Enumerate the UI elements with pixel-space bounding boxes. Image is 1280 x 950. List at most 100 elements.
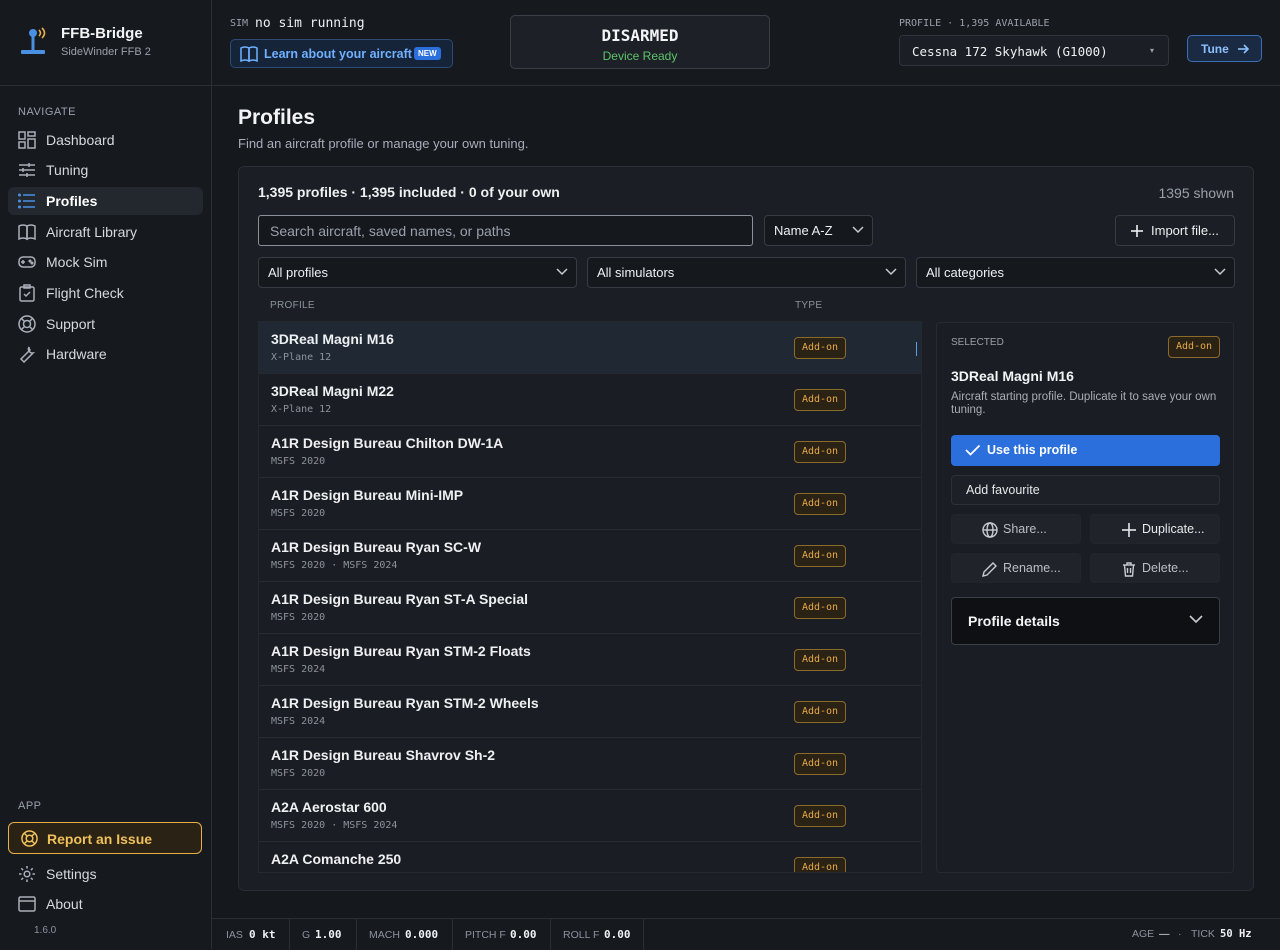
profile-name: A1R Design Bureau Shavrov Sh-2	[271, 747, 496, 763]
page-title: Profiles	[238, 106, 316, 129]
wrench-icon	[19, 346, 36, 363]
roll-force-value: 0.00	[604, 928, 631, 941]
sort-select[interactable]: Name A-Z	[764, 215, 873, 246]
sliders-icon	[19, 163, 35, 177]
simulator-filter-select[interactable]: All simulators	[587, 257, 906, 288]
chevron-down-icon	[1214, 268, 1226, 276]
import-file-button[interactable]: Import file...	[1115, 215, 1235, 246]
profile-simulators: MSFS 2020	[271, 612, 326, 623]
sidebar-item-tuning[interactable]: Tuning	[8, 156, 203, 184]
profile-name: 3DReal Magni M16	[271, 331, 394, 347]
profile-simulators: X-Plane 12	[271, 352, 332, 363]
arrow-right-icon	[1238, 44, 1249, 54]
profile-name: A1R Design Bureau Mini-IMP	[271, 487, 464, 503]
sidebar-item-label: Profiles	[46, 193, 98, 209]
duplicate-label: Duplicate...	[1142, 522, 1205, 536]
sidebar-item-settings[interactable]: Settings	[8, 860, 203, 888]
simulator-filter-value: All simulators	[597, 265, 675, 280]
app-title: FFB-Bridge	[61, 25, 143, 42]
chevron-down-icon	[1189, 615, 1203, 624]
age-label: AGE	[1132, 928, 1155, 940]
table-row[interactable]: A1R Design Bureau Ryan SC-W MSFS 2020 · M…	[259, 530, 921, 582]
profile-simulators: MSFS 2020	[271, 456, 326, 467]
profile-filter-select[interactable]: All profiles	[258, 257, 577, 288]
table-row[interactable]: 3DReal Magni M16 X-Plane 12 Add-on	[259, 322, 921, 374]
roll-force-label: ROLL F	[563, 929, 600, 941]
app-subtitle: SideWinder FFB 2	[61, 46, 151, 58]
arm-status-panel[interactable]: DISARMED Device Ready	[510, 15, 770, 69]
selected-label: SELECTED	[951, 337, 1004, 348]
sidebar-item-label: Dashboard	[46, 132, 115, 148]
status-separator: ·	[1178, 928, 1182, 940]
nav-heading: NAVIGATE	[18, 106, 76, 118]
sidebar-item-profiles[interactable]: Profiles	[8, 187, 203, 215]
table-row[interactable]: A1R Design Bureau Ryan STM-2 Floats MSFS …	[259, 634, 921, 686]
column-header-profile[interactable]: PROFILE	[270, 300, 315, 311]
device-state: Device Ready	[602, 49, 678, 63]
share-button[interactable]: Share...	[951, 514, 1081, 544]
table-row[interactable]: A1R Design Bureau Chilton DW-1A MSFS 2020…	[259, 426, 921, 478]
tick-label: TICK	[1191, 928, 1215, 940]
table-row[interactable]: A1R Design Bureau Ryan ST-A Special MSFS …	[259, 582, 921, 634]
rename-button[interactable]: Rename...	[951, 553, 1081, 583]
sidebar-item-aircraft-library[interactable]: Aircraft Library	[8, 218, 203, 246]
table-row[interactable]: 3DReal Magni M22 X-Plane 12 Add-on	[259, 374, 921, 426]
search-input[interactable]	[258, 215, 753, 246]
profile-name: A1R Design Bureau Chilton DW-1A	[271, 435, 504, 451]
selected-profile-description: Aircraft starting profile. Duplicate it …	[951, 391, 1217, 416]
type-badge: Add-on	[794, 545, 846, 567]
type-badge: Add-on	[794, 493, 846, 515]
g-value: 1.00	[315, 928, 342, 941]
duplicate-button[interactable]: Duplicate...	[1090, 514, 1220, 544]
use-profile-label: Use this profile	[987, 443, 1078, 457]
active-profile-value: Cessna 172 Skyhawk (G1000)	[912, 44, 1108, 59]
mach-value: 0.000	[405, 928, 439, 941]
add-favourite-button[interactable]: Add favourite	[951, 475, 1220, 505]
tick-value: 50 Hz	[1220, 928, 1252, 940]
chevron-down-icon	[852, 226, 864, 234]
learn-aircraft-button[interactable]: Learn about your aircraft NEW	[230, 39, 453, 68]
shown-count: 1395 shown	[1158, 185, 1234, 201]
add-favourite-label: Add favourite	[966, 483, 1040, 497]
profile-details-accordion[interactable]: Profile details	[951, 597, 1220, 645]
g-readout: G 1.00	[290, 919, 357, 950]
selected-profile-name: 3DReal Magni M16	[951, 368, 1074, 384]
column-header-type[interactable]: TYPE	[795, 300, 822, 311]
chevron-down-icon	[556, 268, 568, 276]
table-row[interactable]: A1R Design Bureau Shavrov Sh-2 MSFS 2020 A…	[259, 738, 921, 790]
table-row[interactable]: A2A Aerostar 600 MSFS 2020 · MSFS 2024 Add…	[259, 790, 921, 842]
profile-simulators: MSFS 2020	[271, 768, 326, 779]
sidebar-item-about[interactable]: About	[8, 890, 203, 918]
sidebar-item-dashboard[interactable]: Dashboard	[8, 126, 203, 154]
page-subtitle: Find an aircraft profile or manage your …	[238, 136, 529, 151]
table-row[interactable]: A2A Comanche 250 MSFS 2020 · MSFS 2024 Add…	[259, 842, 921, 872]
clipboard-icon	[19, 284, 35, 302]
sidebar-item-label: Settings	[46, 866, 97, 882]
profile-counts: 1,395 profiles · 1,395 included · 0 of y…	[258, 184, 560, 200]
dashboard-icon	[18, 131, 36, 149]
table-row[interactable]: A1R Design Bureau Mini-IMP MSFS 2020 Add-o…	[259, 478, 921, 530]
trash-icon	[1123, 562, 1135, 577]
top-bar: SIM no sim running Learn about your airc…	[212, 0, 1280, 86]
use-profile-button[interactable]: Use this profile	[951, 435, 1220, 466]
profile-list[interactable]: 3DReal Magni M16 X-Plane 12 Add-on 3DReal M…	[258, 321, 922, 873]
delete-button[interactable]: Delete...	[1090, 553, 1220, 583]
sidebar-item-support[interactable]: Support	[8, 310, 203, 338]
sidebar-item-mock-sim[interactable]: Mock Sim	[8, 248, 203, 276]
sidebar-item-label: Mock Sim	[46, 254, 108, 270]
book-icon	[240, 46, 258, 62]
rename-label: Rename...	[1003, 561, 1061, 575]
tune-button[interactable]: Tune	[1187, 35, 1262, 62]
sidebar-item-hardware[interactable]: Hardware	[8, 340, 203, 368]
lifebuoy-icon	[21, 830, 38, 847]
arm-state: DISARMED	[601, 26, 679, 45]
active-profile-select[interactable]: Cessna 172 Skyhawk (G1000) ▾	[899, 35, 1169, 66]
category-filter-select[interactable]: All categories	[916, 257, 1235, 288]
report-issue-button[interactable]: Report an Issue	[8, 822, 202, 854]
ias-label: IAS	[226, 929, 243, 941]
table-row[interactable]: A1R Design Bureau Ryan STM-2 Wheels MSFS …	[259, 686, 921, 738]
profile-name: A1R Design Bureau Ryan STM-2 Floats	[271, 643, 531, 659]
app-version: 1.6.0	[34, 925, 57, 936]
sidebar-item-label: Flight Check	[46, 285, 124, 301]
sidebar-item-flight-check[interactable]: Flight Check	[8, 279, 203, 307]
